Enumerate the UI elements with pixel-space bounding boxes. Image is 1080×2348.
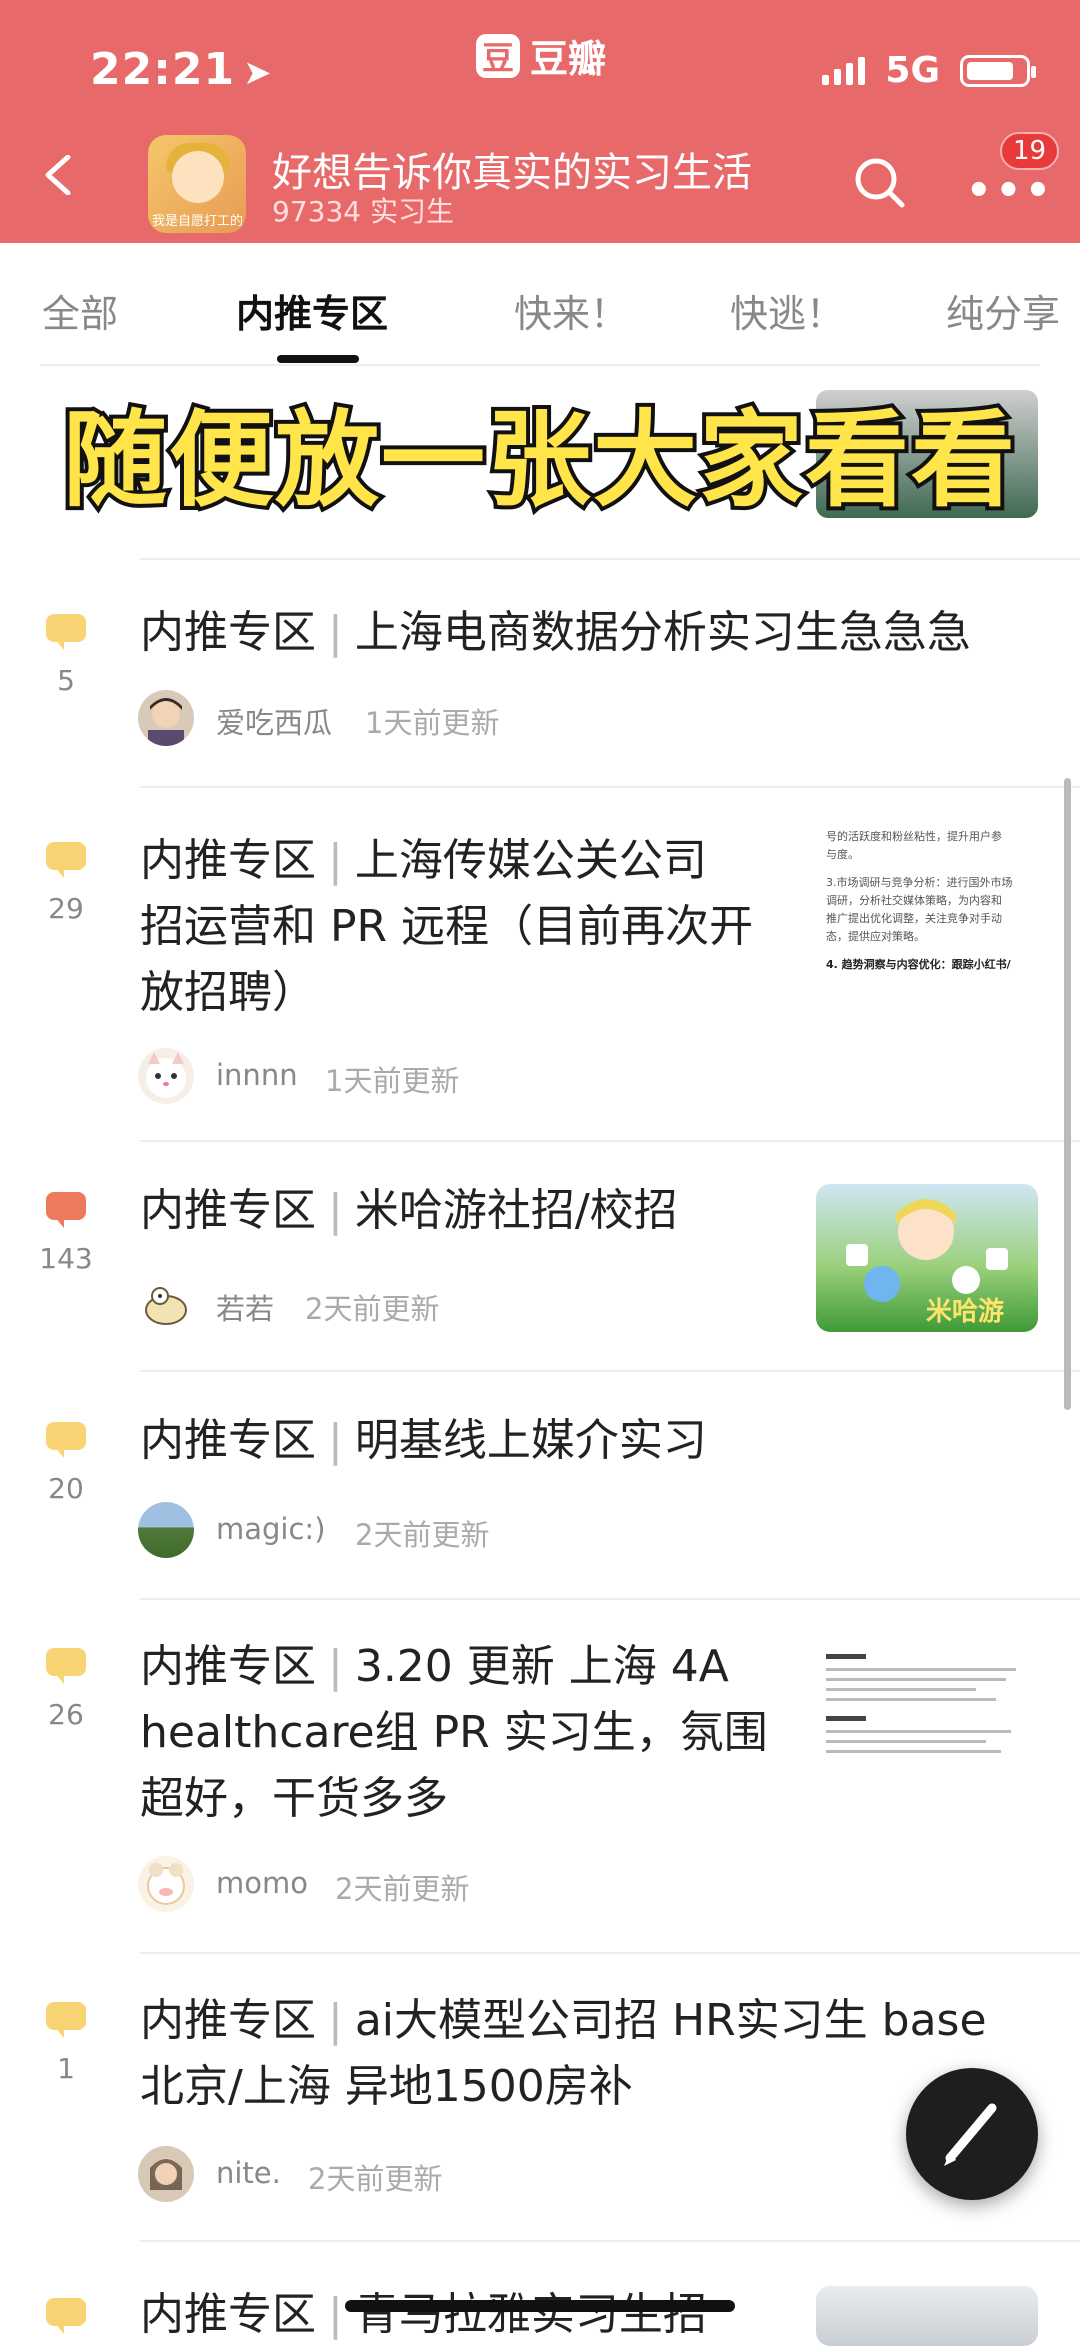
comment-icon	[46, 842, 86, 878]
back-arrow-icon[interactable]	[40, 155, 80, 195]
tab-all[interactable]: 全部	[42, 283, 118, 338]
post-thumbnail[interactable]	[816, 2286, 1038, 2346]
post-tag: 内推专区	[140, 1185, 316, 1236]
comment-icon	[46, 614, 86, 650]
author-name[interactable]: momo	[216, 1866, 308, 1900]
group-member-count: 97334 实习生	[272, 195, 454, 228]
comment-count: 143	[39, 1242, 93, 1275]
post-time: 1天前更新	[325, 1064, 460, 1098]
avatar[interactable]	[138, 2146, 194, 2202]
tab-escape[interactable]: 快逃！	[730, 283, 844, 338]
scrollbar[interactable]	[1064, 778, 1071, 1410]
tab-come[interactable]: 快来！	[514, 283, 628, 338]
search-icon[interactable]	[852, 155, 908, 211]
post-title[interactable]: 内推专区 | 上海电商数据分析实习生急急急	[140, 600, 971, 666]
comment-icon	[46, 2298, 86, 2334]
pen-icon	[944, 2103, 997, 2166]
author-name[interactable]: nite.	[216, 2156, 281, 2190]
post-tag: 内推专区	[140, 2289, 316, 2340]
author-name[interactable]: 若若	[216, 1286, 274, 1328]
group-avatar[interactable]: 我是自愿打工的	[148, 135, 246, 233]
comment-count: 5	[57, 664, 75, 697]
post-time: 2天前更新	[308, 2162, 443, 2196]
app-name: 豆瓣	[530, 37, 607, 81]
avatar-caption: 我是自愿打工的	[152, 214, 244, 229]
post-time: 2天前更新	[335, 1872, 470, 1906]
post-tag: 内推专区	[140, 607, 316, 658]
post-thumbnail[interactable]: 号的活跃度和粉丝粘性，提升用户参 与度。 3.市场调研与竞争分析：进行国外市场 调研…	[816, 822, 1038, 970]
thumbnail-label: 米哈游	[926, 1297, 1005, 1327]
status-right: 5G	[822, 50, 1036, 91]
post-tag: 内推专区	[140, 1641, 316, 1692]
signal-icon	[822, 56, 866, 85]
status-time: 22:21 ➤	[90, 44, 273, 95]
post-title[interactable]: 内推专区 | ai大模型公司招 HR实习生 base 北京/上海 异地1500房补	[140, 1988, 987, 2120]
network-label: 5G	[885, 50, 940, 91]
douban-logo-icon: 豆	[476, 33, 520, 78]
comment-count: 1	[57, 2052, 75, 2085]
notification-badge: 19	[1000, 132, 1060, 170]
battery-icon	[960, 54, 1036, 87]
compose-button[interactable]	[906, 2068, 1038, 2200]
post-tag: 内推专区	[140, 835, 316, 886]
post-time: 1天前更新	[365, 706, 500, 740]
comment-count: 29	[48, 892, 84, 925]
comment-icon	[46, 2002, 86, 2038]
post-thumbnail[interactable]: 米哈游	[816, 1184, 1038, 1332]
post-title[interactable]: 内推专区 | 青马拉雅实习生招	[140, 2282, 707, 2348]
post-title[interactable]: 内推专区 | 上海传媒公关公司 招运营和 PR 远程（目前再次开 放招聘）	[140, 828, 753, 1026]
active-tab-indicator	[277, 355, 359, 363]
post-tag: 内推专区	[140, 1415, 316, 1466]
group-header: 22:21 ➤ 豆 豆瓣 5G 我是自愿打工的 好想告诉你真实的实习生活 9733…	[0, 0, 1080, 243]
comment-icon	[46, 1648, 86, 1684]
author-name[interactable]: innnn	[216, 1058, 298, 1092]
tab-bar: 全部 内推专区 快来！ 快逃！ 纯分享	[0, 243, 1080, 366]
home-indicator[interactable]	[345, 2300, 735, 2312]
avatar[interactable]	[138, 1276, 194, 1332]
post-tag: 内推专区	[140, 1995, 316, 2046]
post-title[interactable]: 内推专区 | 3.20 更新 上海 4A healthcare组 PR 实习生，氛围…	[140, 1634, 768, 1832]
avatar[interactable]	[138, 1502, 194, 1558]
location-icon: ➤	[243, 53, 273, 93]
comment-icon-hot	[46, 1192, 86, 1228]
post-title[interactable]: 内推专区 | 明基线上媒介实习	[140, 1408, 707, 1474]
more-icon[interactable]: •••	[966, 168, 1055, 214]
comment-icon	[46, 1422, 86, 1458]
author-name[interactable]: 爱吃西瓜	[216, 700, 332, 742]
post-thumbnail[interactable]	[816, 1634, 1038, 1782]
post-title[interactable]: 内推专区 | 米哈游社招/校招	[140, 1178, 678, 1244]
avatar[interactable]	[138, 690, 194, 746]
comment-count: 20	[48, 1472, 84, 1505]
author-name[interactable]: magic:)	[216, 1512, 326, 1546]
avatar[interactable]	[138, 1856, 194, 1912]
comment-count: 26	[48, 1698, 84, 1731]
app-badge: 豆 豆瓣	[476, 28, 606, 83]
overlay-caption: 随便放一张大家看看	[59, 395, 1019, 525]
post-time: 2天前更新	[355, 1518, 490, 1552]
post-time: 2天前更新	[305, 1292, 440, 1326]
tab-share[interactable]: 纯分享	[946, 283, 1060, 338]
tab-referral[interactable]: 内推专区	[236, 283, 388, 338]
avatar[interactable]	[138, 1048, 194, 1104]
